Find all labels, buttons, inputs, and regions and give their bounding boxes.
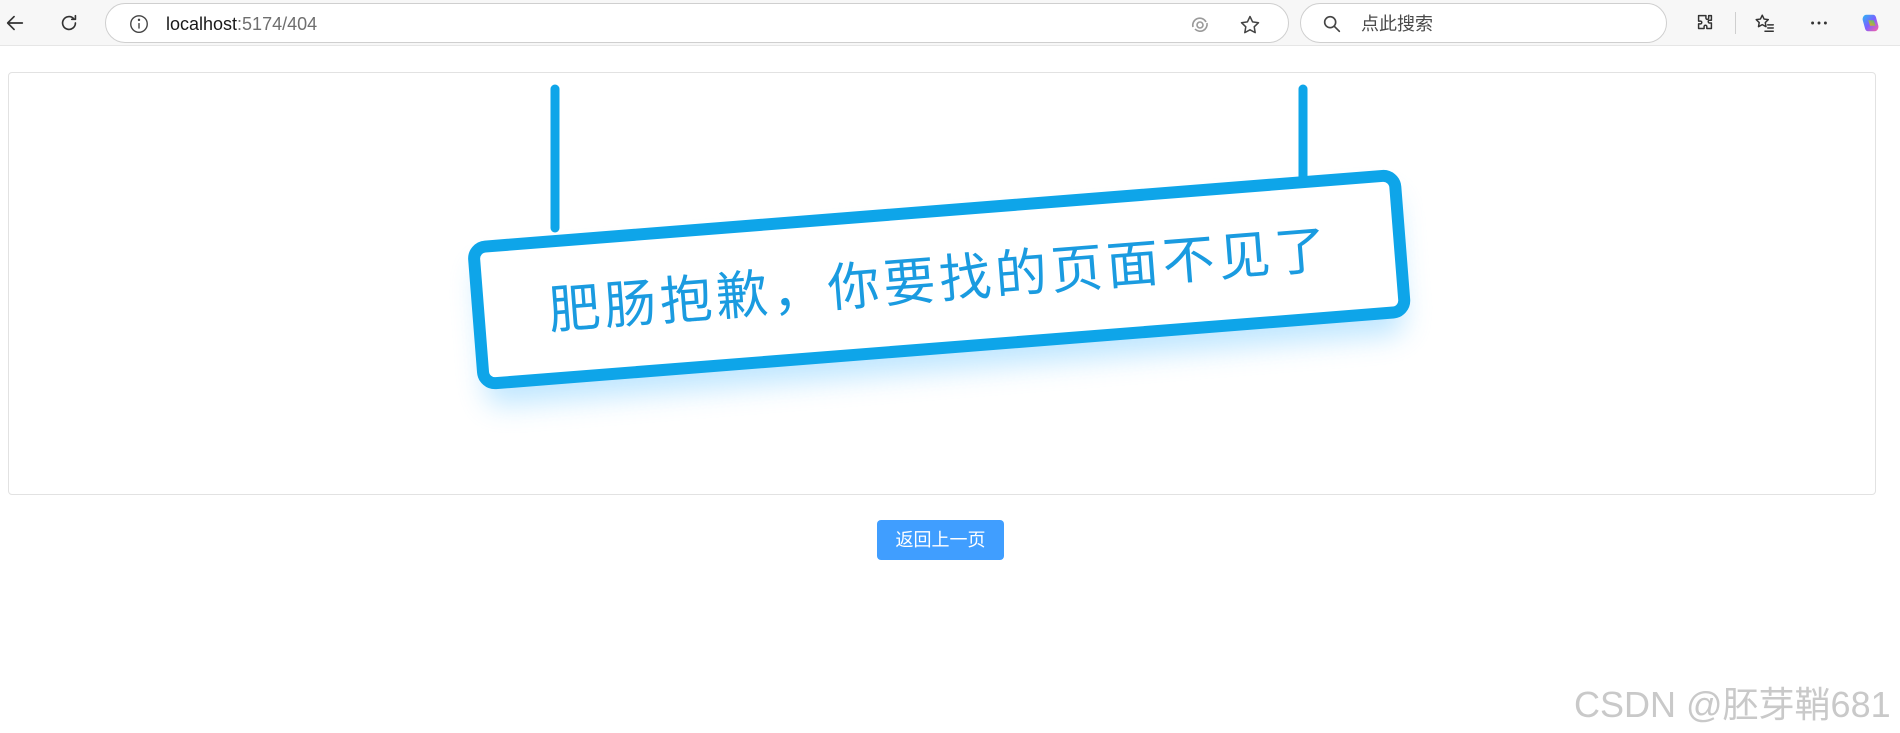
watermark: CSDN @胚芽鞘681 [1574,684,1891,725]
hanging-sign: 肥肠抱歉，你要找的页面不见了 [468,84,1411,405]
go-back-button[interactable]: 返回上一页 [877,520,1004,560]
